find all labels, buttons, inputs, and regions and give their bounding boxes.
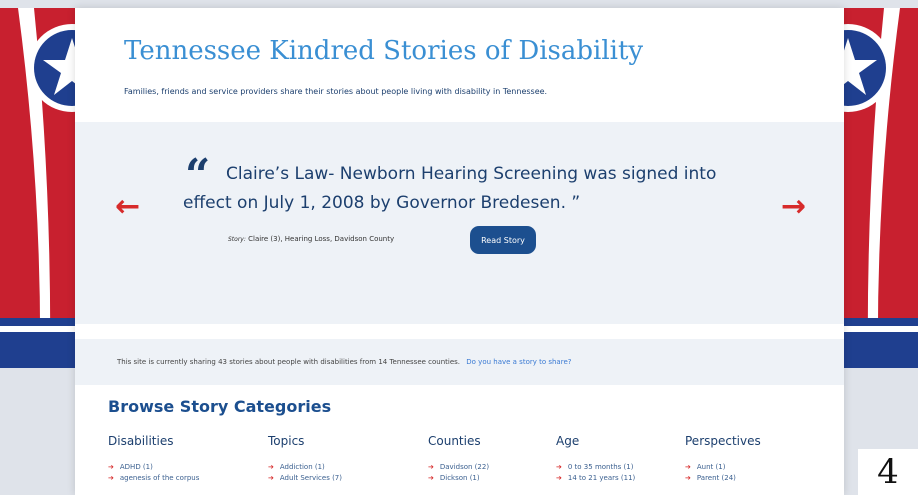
category-column-topics: Topics ➔ Addiction (1) ➔ Adult Services (7… [268,434,342,484]
category-link[interactable]: ➔ Aunt (1) [685,462,761,473]
arrow-bullet-icon: ➔ [108,474,114,482]
arrow-bullet-icon: ➔ [108,463,114,471]
site-tagline: Families, friends and service providers … [124,87,548,96]
site-title[interactable]: Tennessee Kindred Stories of Disability [124,36,643,66]
category-heading: Disabilities [108,434,174,448]
category-link[interactable]: ➔ 14 to 21 years (11) [556,473,635,484]
story-meta: Story: Claire (3), Hearing Loss, Davidso… [228,235,394,243]
read-story-button[interactable]: Read Story [470,226,536,254]
story-label: Story: [228,236,246,243]
category-column-counties: Counties ➔ Davidson (22) ➔ Dickson (1) [428,434,489,484]
story-details: Claire (3), Hearing Loss, Davidson Count… [248,235,395,243]
browse-categories-title: Browse Story Categories [108,397,332,416]
category-heading: Perspectives [685,434,761,448]
tennessee-flag-right [838,8,918,368]
arrow-bullet-icon: ➔ [268,463,274,471]
featured-story-carousel: ← “ Claire’s Law- Newborn Hearing Screen… [75,122,844,324]
category-column-perspectives: Perspectives ➔ Aunt (1) ➔ Parent (24) [685,434,761,484]
category-link[interactable]: ➔ Dickson (1) [428,473,489,484]
category-column-disabilities: Disabilities ➔ ADHD (1) ➔ agenesis of the … [108,434,199,484]
arrow-bullet-icon: ➔ [428,463,434,471]
category-link[interactable]: ➔ ADHD (1) [108,462,199,473]
category-column-age: Age ➔ 0 to 35 months (1) ➔ 14 to 21 years … [556,434,635,484]
site-header: Tennessee Kindred Stories of Disability … [75,8,844,122]
arrow-bullet-icon: ➔ [685,463,691,471]
category-heading: Topics [268,434,305,448]
arrow-bullet-icon: ➔ [556,474,562,482]
category-link[interactable]: ➔ Addiction (1) [268,462,342,473]
category-heading: Counties [428,434,481,448]
page-container: Tennessee Kindred Stories of Disability … [75,8,844,495]
category-heading: Age [556,434,580,448]
category-link[interactable]: ➔ Davidson (22) [428,462,489,473]
featured-quote: Claire’s Law- Newborn Hearing Screening … [183,164,717,213]
site-info-bar: This site is currently sharing 43 storie… [75,339,844,385]
share-story-link[interactable]: Do you have a story to share? [466,358,571,366]
category-link[interactable]: ➔ Parent (24) [685,473,761,484]
next-arrow-icon[interactable]: → [781,192,806,222]
arrow-bullet-icon: ➔ [268,474,274,482]
previous-arrow-icon[interactable]: ← [115,192,140,222]
page-number: 4 [858,449,918,495]
arrow-bullet-icon: ➔ [685,474,691,482]
arrow-bullet-icon: ➔ [556,463,562,471]
site-stats-text: This site is currently sharing 43 storie… [117,358,461,366]
category-link[interactable]: ➔ 0 to 35 months (1) [556,462,635,473]
arrow-bullet-icon: ➔ [428,474,434,482]
tennessee-flag-left [0,8,80,368]
category-link[interactable]: ➔ Adult Services (7) [268,473,342,484]
category-link[interactable]: ➔ agenesis of the corpus [108,473,199,484]
